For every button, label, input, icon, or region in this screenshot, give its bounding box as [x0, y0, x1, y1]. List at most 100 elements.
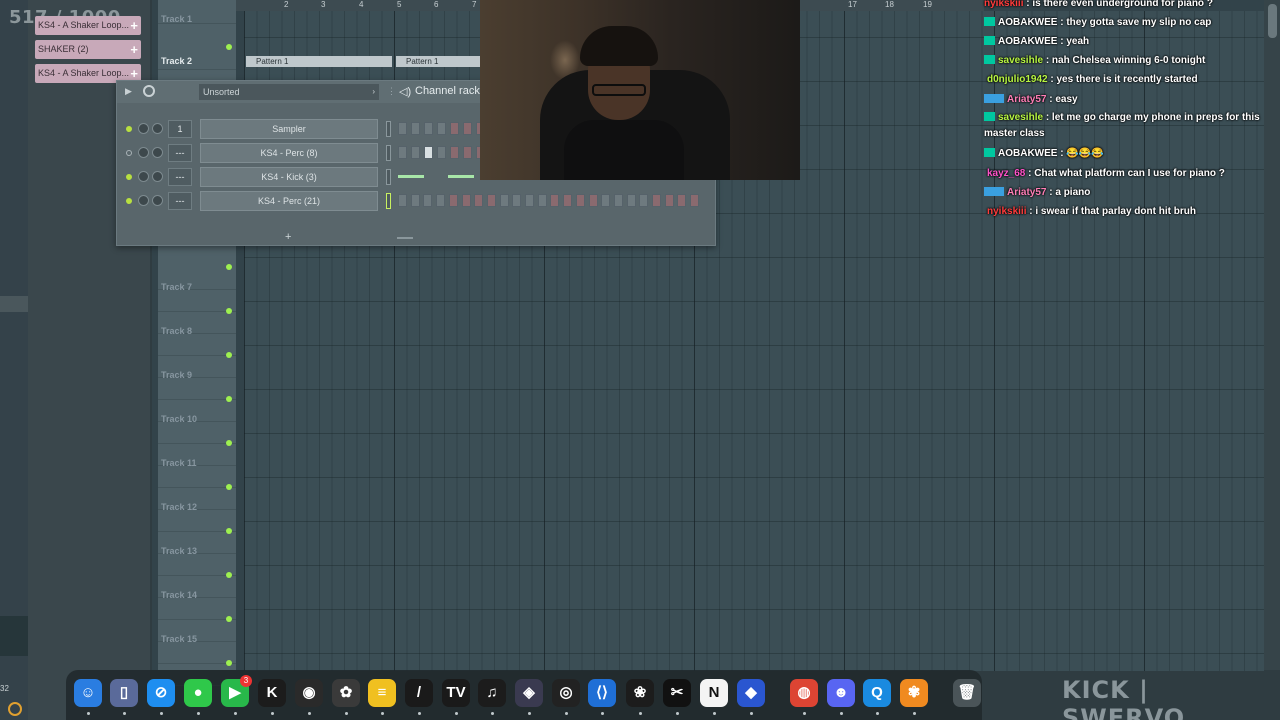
roblox-icon[interactable]: ◆ — [737, 679, 765, 707]
step[interactable] — [601, 194, 611, 207]
browser-item[interactable]: KS4 - A Shaker Loop... + — [35, 16, 141, 35]
step[interactable] — [677, 194, 687, 207]
drag-handle-icon[interactable]: ⋮ — [387, 86, 396, 97]
step[interactable] — [613, 194, 623, 207]
step[interactable] — [664, 194, 674, 207]
step[interactable] — [550, 194, 560, 207]
step[interactable] — [652, 194, 661, 207]
browser-item[interactable]: SHAKER (2) + — [35, 40, 141, 59]
mixer-route[interactable]: --- — [168, 144, 192, 162]
photos-icon[interactable]: ✾ — [900, 679, 928, 707]
volume-knob[interactable] — [152, 171, 163, 182]
channel-mute-led[interactable] — [126, 198, 132, 204]
step[interactable] — [474, 194, 484, 207]
channel-mute-led[interactable] — [126, 150, 132, 156]
step[interactable] — [639, 194, 649, 207]
notes-icon[interactable]: ≡ — [368, 679, 396, 707]
step[interactable] — [563, 194, 573, 207]
gear-icon[interactable] — [143, 85, 155, 97]
step[interactable] — [437, 146, 446, 159]
add-icon[interactable]: + — [130, 16, 138, 35]
step[interactable] — [486, 194, 496, 207]
mixer-route[interactable]: --- — [168, 192, 192, 210]
step[interactable] — [537, 194, 547, 207]
github-icon[interactable]: ◎ — [552, 679, 580, 707]
step[interactable] — [448, 194, 458, 207]
volume-knob[interactable] — [152, 195, 163, 206]
step[interactable] — [450, 122, 459, 135]
pen-icon[interactable]: / — [405, 679, 433, 707]
channel-select[interactable] — [386, 193, 391, 209]
channel-name-button[interactable]: KS4 - Perc (21) — [200, 191, 378, 211]
channel-name-button[interactable]: KS4 - Kick (3) — [200, 167, 378, 187]
play-arrow-icon[interactable]: ▶ — [125, 86, 132, 97]
step[interactable] — [690, 194, 700, 207]
channel-name-button[interactable]: Sampler — [200, 119, 378, 139]
step[interactable] — [410, 194, 420, 207]
mixer-route[interactable]: --- — [168, 168, 192, 186]
step[interactable] — [398, 194, 407, 207]
pan-knob[interactable] — [138, 171, 149, 182]
mixer-route[interactable]: 1 — [168, 120, 192, 138]
volume-knob[interactable] — [152, 147, 163, 158]
step[interactable] — [575, 194, 585, 207]
quicktime-icon[interactable]: Q — [863, 679, 891, 707]
davinci-icon[interactable]: ◈ — [515, 679, 543, 707]
step[interactable] — [450, 146, 459, 159]
step[interactable] — [525, 194, 534, 207]
step[interactable] — [499, 194, 509, 207]
step[interactable] — [626, 194, 636, 207]
channel-filter-select[interactable]: Unsorted › — [199, 84, 379, 100]
capcut-icon[interactable]: ✂ — [663, 679, 691, 707]
notion-icon[interactable]: N — [700, 679, 728, 707]
step[interactable] — [512, 194, 522, 207]
step[interactable] — [461, 194, 471, 207]
trash-icon[interactable]: 🗑 — [953, 679, 981, 707]
step[interactable] — [436, 194, 446, 207]
vertical-scrollbar[interactable] — [1264, 0, 1280, 670]
horizontal-scrollbar[interactable] — [397, 237, 413, 239]
step[interactable] — [437, 122, 446, 135]
obs-icon[interactable]: ◉ — [295, 679, 323, 707]
track-led[interactable] — [226, 660, 232, 666]
channel-select[interactable] — [386, 145, 391, 161]
track-header[interactable]: Track 1 — [158, 4, 236, 24]
add-channel-button[interactable]: + — [285, 231, 291, 243]
track-header[interactable]: Track 2 — [158, 26, 236, 70]
tradingview-icon[interactable]: TV — [442, 679, 470, 707]
finder-icon[interactable]: ☺ — [74, 679, 102, 707]
safari-icon[interactable]: ⊘ — [147, 679, 175, 707]
messages-icon[interactable]: ● — [184, 679, 212, 707]
scrollbar-thumb[interactable] — [1268, 4, 1277, 38]
add-icon[interactable]: + — [130, 40, 138, 59]
step[interactable] — [411, 122, 420, 135]
track-led[interactable] — [226, 44, 232, 50]
step[interactable] — [588, 194, 598, 207]
channel-select[interactable] — [386, 169, 391, 185]
fl-studio-icon[interactable]: ✿ — [332, 679, 360, 707]
step[interactable] — [411, 146, 420, 159]
step[interactable] — [424, 146, 433, 159]
chrome-icon[interactable]: ◍ — [790, 679, 818, 707]
files-icon[interactable]: ▯ — [110, 679, 138, 707]
discord-icon[interactable]: ☻ — [827, 679, 855, 707]
pan-knob[interactable] — [138, 147, 149, 158]
pattern-clip[interactable]: Pattern 1 — [396, 56, 480, 67]
kick-icon[interactable]: K — [258, 679, 286, 707]
chatgpt-icon[interactable]: ❀ — [626, 679, 654, 707]
step[interactable] — [398, 122, 407, 135]
channel-mute-led[interactable] — [126, 126, 132, 132]
step[interactable] — [424, 122, 433, 135]
channel-name-button[interactable]: KS4 - Perc (8) — [200, 143, 378, 163]
step[interactable] — [463, 122, 472, 135]
pan-knob[interactable] — [138, 123, 149, 134]
channel-select[interactable] — [386, 121, 391, 137]
volume-knob[interactable] — [152, 123, 163, 134]
step[interactable] — [423, 194, 433, 207]
step[interactable] — [398, 146, 407, 159]
pan-knob[interactable] — [138, 195, 149, 206]
search-icon[interactable] — [8, 702, 22, 716]
pattern-clip[interactable]: Pattern 1 — [246, 56, 392, 67]
music-icon[interactable]: ♫ — [478, 679, 506, 707]
vscode-icon[interactable]: ⟨⟩ — [588, 679, 616, 707]
